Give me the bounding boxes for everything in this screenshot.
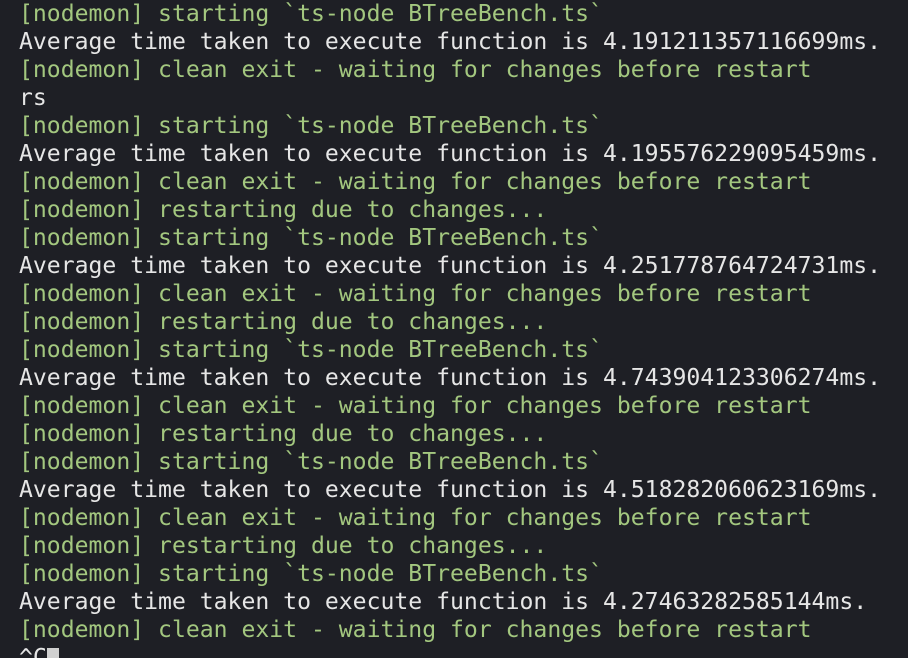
terminal-line: [nodemon] clean exit - waiting for chang… <box>19 617 812 643</box>
interrupt-text: ^C <box>19 645 47 658</box>
terminal-line: [nodemon] starting `ts-node BTreeBench.t… <box>19 561 603 587</box>
terminal-line: Average time taken to execute function i… <box>19 141 882 167</box>
terminal-line: [nodemon] clean exit - waiting for chang… <box>19 169 812 195</box>
terminal-line: Average time taken to execute function i… <box>19 253 882 279</box>
terminal-line: [nodemon] restarting due to changes... <box>19 533 548 559</box>
terminal-line: [nodemon] clean exit - waiting for chang… <box>19 505 812 531</box>
terminal-line: [nodemon] starting `ts-node BTreeBench.t… <box>19 225 603 251</box>
terminal-line: [nodemon] restarting due to changes... <box>19 309 548 335</box>
terminal-line: Average time taken to execute function i… <box>19 589 868 615</box>
terminal-window[interactable]: [nodemon] starting `ts-node BTreeBench.t… <box>0 0 908 658</box>
terminal-line: [nodemon] starting `ts-node BTreeBench.t… <box>19 337 603 363</box>
terminal-line: [nodemon] starting `ts-node BTreeBench.t… <box>19 113 603 139</box>
terminal-output: [nodemon] starting `ts-node BTreeBench.t… <box>19 0 881 658</box>
terminal-line: [nodemon] clean exit - waiting for chang… <box>19 393 812 419</box>
terminal-line: Average time taken to execute function i… <box>19 477 882 503</box>
terminal-line: [nodemon] restarting due to changes... <box>19 197 548 223</box>
text-cursor <box>46 648 59 658</box>
terminal-line: [nodemon] starting `ts-node BTreeBench.t… <box>19 1 603 27</box>
terminal-prompt-line[interactable]: ^C <box>19 644 881 658</box>
terminal-line: [nodemon] clean exit - waiting for chang… <box>19 281 812 307</box>
terminal-line: [nodemon] clean exit - waiting for chang… <box>19 57 812 83</box>
terminal-line: Average time taken to execute function i… <box>19 29 882 55</box>
terminal-line: [nodemon] restarting due to changes... <box>19 421 548 447</box>
terminal-line: [nodemon] starting `ts-node BTreeBench.t… <box>19 449 603 475</box>
terminal-line: rs <box>19 85 47 111</box>
terminal-line: Average time taken to execute function i… <box>19 365 882 391</box>
